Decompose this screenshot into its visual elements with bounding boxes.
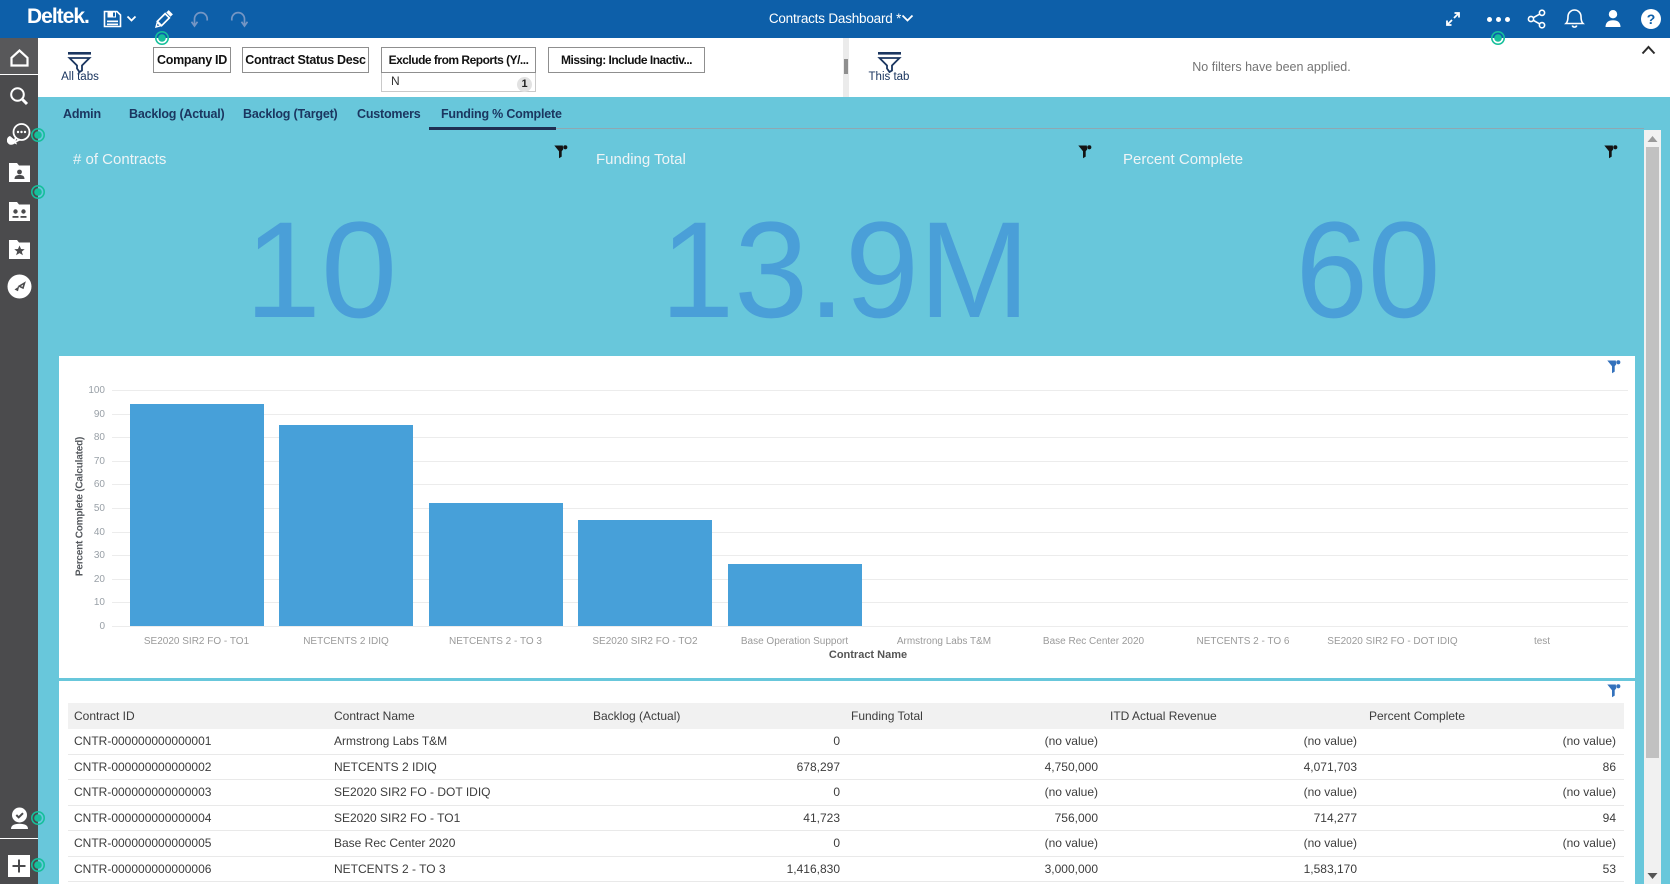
svg-text:?: ?	[1647, 11, 1656, 27]
